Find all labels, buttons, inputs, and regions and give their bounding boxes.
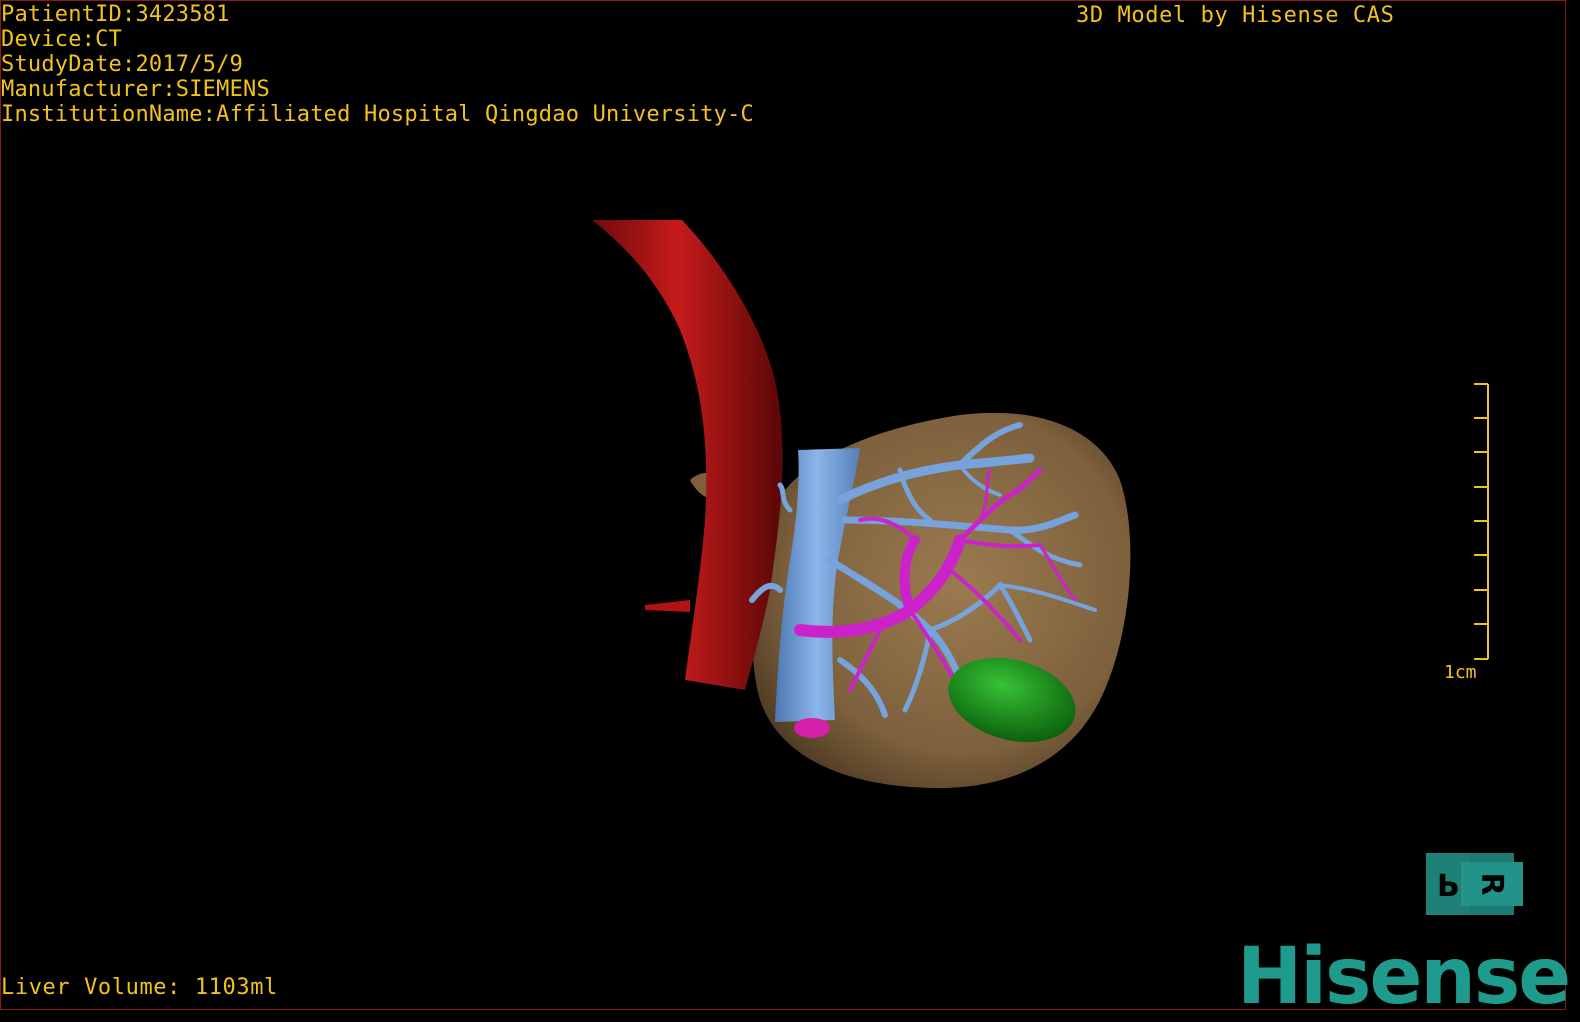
- orientation-cube[interactable]: P R: [1426, 853, 1523, 915]
- aorta: [592, 220, 783, 690]
- institution-name-text: InstitutionName:Affiliated Hospital Qing…: [1, 102, 754, 127]
- device-text: Device:CT: [1, 27, 123, 52]
- scale-bar: [1474, 383, 1489, 660]
- model-credit-text: 3D Model by Hisense CAS: [1076, 3, 1395, 28]
- patient-info-overlay: PatientID:3423581 Device:CT StudyDate:20…: [1, 2, 754, 127]
- patient-id-text: PatientID:3423581: [1, 2, 230, 27]
- manufacturer-text: Manufacturer:SIEMENS: [1, 77, 270, 102]
- orientation-face-r: R: [1461, 862, 1523, 906]
- 3d-render-viewport[interactable]: [0, 0, 1580, 1020]
- scale-bar-label: 1cm: [1444, 662, 1477, 683]
- study-date-text: StudyDate:2017/5/9: [1, 52, 244, 77]
- hisense-logo: Hisense: [1237, 932, 1571, 1022]
- liver-volume-text: Liver Volume: 1103ml: [1, 975, 278, 1000]
